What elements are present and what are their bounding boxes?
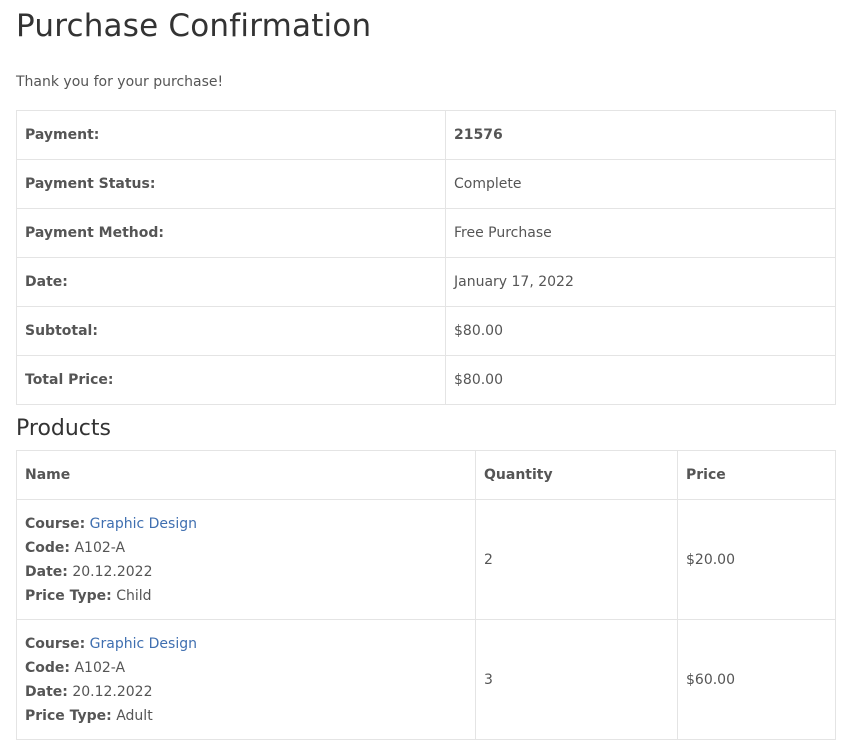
date-value: 20.12.2022 (72, 563, 153, 580)
summary-row-date: Date: January 17, 2022 (16, 257, 836, 307)
price-type-label: Price Type: (25, 587, 112, 604)
summary-row-payment-method: Payment Method: Free Purchase (16, 208, 836, 258)
price-type-line: Price Type: Adult (25, 704, 475, 728)
course-link[interactable]: Graphic Design (90, 516, 197, 532)
date-line: Date: 20.12.2022 (25, 680, 475, 704)
price-cell: $60.00 (677, 619, 836, 740)
price-type-line: Price Type: Child (25, 584, 475, 608)
product-details: Course: Graphic Design Code: A102-A Date… (16, 499, 476, 620)
summary-label: Subtotal: (16, 306, 446, 356)
summary-row-payment-status: Payment Status: Complete (16, 159, 836, 209)
price-cell: $20.00 (677, 499, 836, 620)
products-heading: Products (16, 416, 111, 441)
course-line: Course: Graphic Design (25, 632, 475, 656)
thank-you-message: Thank you for your purchase! (16, 74, 224, 90)
payment-summary-table: Payment: 21576 Payment Status: Complete … (16, 110, 836, 405)
price-type-label: Price Type: (25, 707, 112, 724)
column-header-quantity: Quantity (475, 450, 678, 500)
column-header-price: Price (677, 450, 836, 500)
summary-label: Date: (16, 257, 446, 307)
summary-row-total-price: Total Price: $80.00 (16, 355, 836, 405)
total-price-value: $80.00 (445, 355, 836, 405)
price-type-value: Adult (116, 707, 153, 724)
summary-label: Payment Method: (16, 208, 446, 258)
products-header-row: Name Quantity Price (16, 450, 836, 500)
summary-label: Total Price: (16, 355, 446, 405)
course-label: Course: (25, 635, 86, 652)
subtotal-value: $80.00 (445, 306, 836, 356)
payment-method-value: Free Purchase (445, 208, 836, 258)
price-type-value: Child (116, 587, 152, 604)
date-line: Date: 20.12.2022 (25, 560, 475, 584)
products-table: Name Quantity Price Course: Graphic Desi… (16, 450, 836, 740)
course-line: Course: Graphic Design (25, 512, 475, 536)
column-header-name: Name (16, 450, 476, 500)
page-title: Purchase Confirmation (16, 8, 372, 44)
product-row: Course: Graphic Design Code: A102-A Date… (16, 499, 836, 620)
code-label: Code: (25, 539, 71, 556)
date-label: Date: (25, 563, 68, 580)
product-details: Course: Graphic Design Code: A102-A Date… (16, 619, 476, 740)
product-row: Course: Graphic Design Code: A102-A Date… (16, 619, 836, 740)
payment-date-value: January 17, 2022 (445, 257, 836, 307)
summary-label: Payment: (16, 110, 446, 160)
code-line: Code: A102-A (25, 536, 475, 560)
payment-id-value: 21576 (445, 110, 836, 160)
course-link[interactable]: Graphic Design (90, 636, 197, 652)
quantity-cell: 2 (475, 499, 678, 620)
summary-label: Payment Status: (16, 159, 446, 209)
code-value: A102-A (74, 539, 126, 556)
summary-row-payment: Payment: 21576 (16, 110, 836, 160)
course-label: Course: (25, 515, 86, 532)
date-value: 20.12.2022 (72, 683, 153, 700)
code-line: Code: A102-A (25, 656, 475, 680)
payment-status-value: Complete (445, 159, 836, 209)
date-label: Date: (25, 683, 68, 700)
summary-row-subtotal: Subtotal: $80.00 (16, 306, 836, 356)
quantity-cell: 3 (475, 619, 678, 740)
code-value: A102-A (74, 659, 126, 676)
code-label: Code: (25, 659, 71, 676)
